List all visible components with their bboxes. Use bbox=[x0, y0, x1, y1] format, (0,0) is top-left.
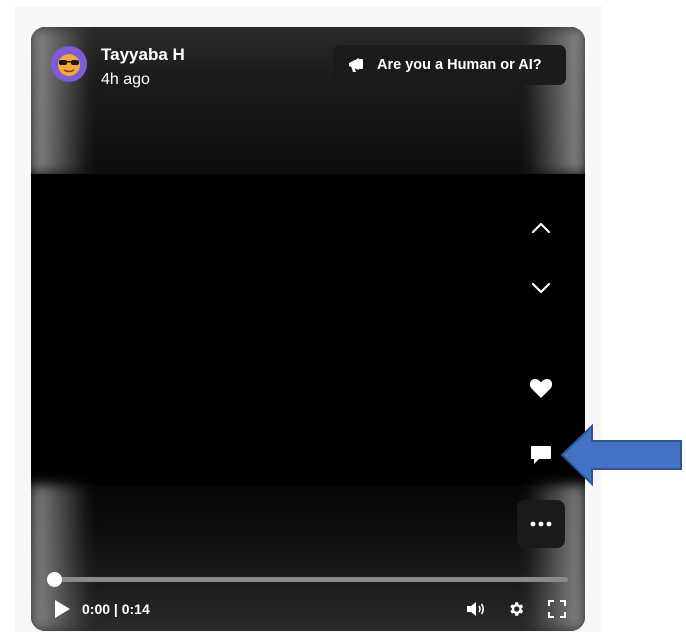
current-time: 0:00 bbox=[82, 601, 111, 617]
video-player[interactable] bbox=[31, 174, 585, 485]
video-post-card: Tayyaba H 4h ago Are you a Human or AI? bbox=[31, 27, 585, 631]
settings-button[interactable] bbox=[505, 598, 527, 620]
post-username[interactable]: Tayyaba H bbox=[101, 45, 185, 65]
comment-icon bbox=[531, 446, 551, 464]
like-button[interactable] bbox=[527, 375, 555, 401]
next-video-button[interactable] bbox=[528, 275, 554, 301]
time-separator: | bbox=[113, 601, 118, 617]
avatar-emoji-icon bbox=[58, 54, 80, 76]
chevron-down-icon bbox=[531, 282, 551, 294]
more-icon bbox=[530, 521, 552, 527]
arrow-left-annotation bbox=[560, 424, 682, 486]
post-timestamp: 4h ago bbox=[101, 71, 150, 88]
duration: 0:14 bbox=[121, 601, 150, 617]
human-or-ai-button[interactable]: Are you a Human or AI? bbox=[333, 45, 566, 85]
fullscreen-button[interactable] bbox=[546, 598, 568, 620]
avatar[interactable] bbox=[51, 46, 87, 82]
volume-icon bbox=[467, 602, 485, 616]
heart-icon bbox=[529, 379, 553, 398]
fullscreen-icon bbox=[548, 600, 566, 618]
play-button[interactable] bbox=[51, 598, 73, 620]
play-icon bbox=[55, 600, 70, 618]
human-or-ai-label: Are you a Human or AI? bbox=[377, 57, 542, 73]
chevron-up-icon bbox=[531, 222, 551, 234]
progress-bar[interactable] bbox=[55, 577, 568, 582]
gear-icon bbox=[510, 602, 524, 616]
time-display: 0:00 | 0:14 bbox=[82, 601, 150, 617]
previous-video-button[interactable] bbox=[528, 215, 554, 241]
more-options-button[interactable] bbox=[517, 500, 565, 548]
volume-button[interactable] bbox=[465, 599, 487, 619]
comment-button[interactable] bbox=[527, 441, 555, 469]
progress-handle[interactable] bbox=[47, 572, 62, 587]
megaphone-icon bbox=[347, 55, 369, 75]
